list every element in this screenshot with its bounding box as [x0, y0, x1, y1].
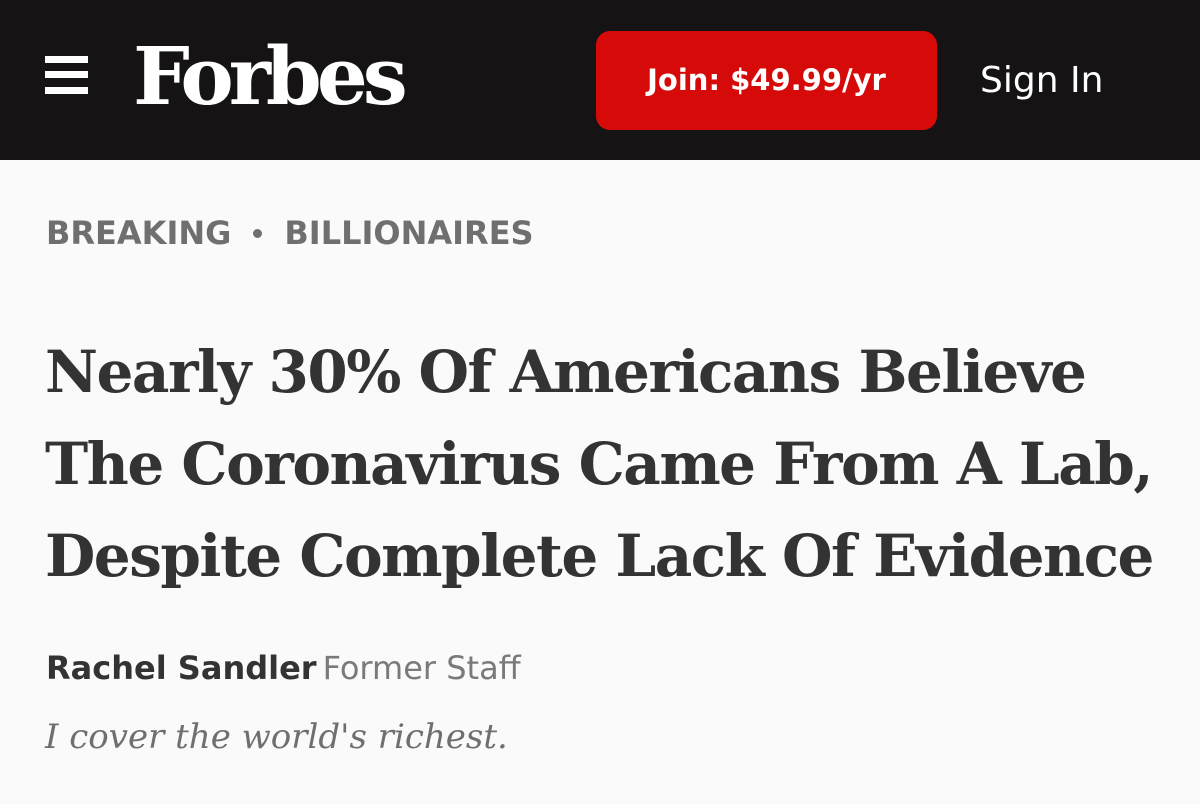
author-name-link[interactable]: Rachel Sandler	[46, 649, 317, 687]
hamburger-menu-icon[interactable]	[45, 56, 88, 94]
top-navigation-bar: Forbes Join: $49.99/yr Sign In	[0, 0, 1200, 160]
article-kicker: BREAKING BILLIONAIRES	[46, 208, 534, 258]
forbes-logo[interactable]: Forbes	[133, 26, 408, 126]
section-link-billionaires[interactable]: BILLIONAIRES	[284, 214, 533, 252]
sign-in-link[interactable]: Sign In	[980, 48, 1103, 114]
article-headline: Nearly 30% Of Americans Believe The Coro…	[45, 338, 1154, 590]
breaking-label: BREAKING	[46, 214, 232, 252]
author-tagline: I cover the world's richest.	[45, 717, 508, 757]
join-subscription-button[interactable]: Join: $49.99/yr	[596, 31, 937, 130]
byline: Rachel Sandler Former Staff	[46, 645, 521, 691]
kicker-separator-dot	[253, 228, 263, 238]
author-role: Former Staff	[322, 649, 521, 687]
